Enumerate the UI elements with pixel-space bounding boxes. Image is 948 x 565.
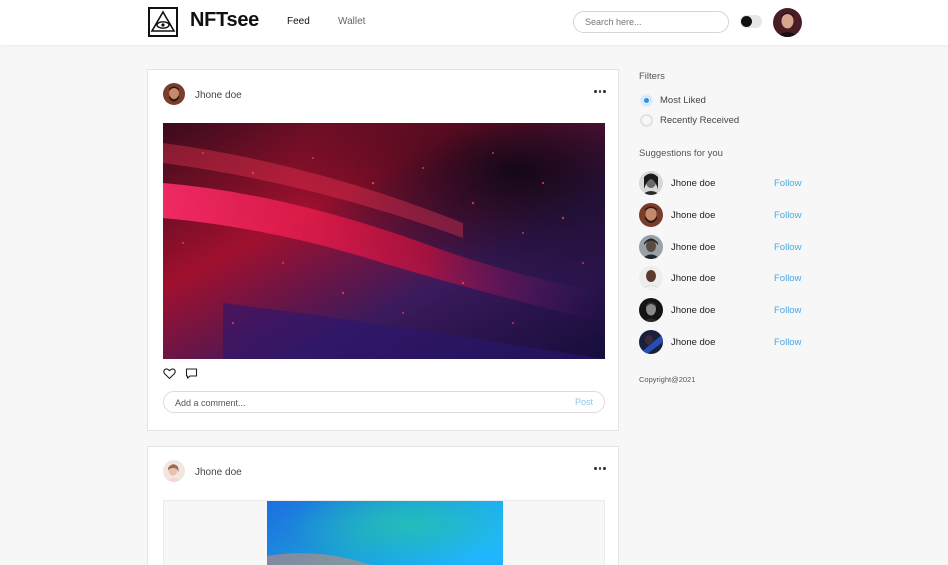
nav-wallet[interactable]: Wallet	[338, 16, 365, 27]
comment-icon[interactable]	[185, 367, 198, 380]
post-author-avatar[interactable]	[163, 83, 185, 105]
suggestion-item: Jhone doe Follow	[639, 330, 809, 354]
post-card: Jhone doe	[147, 446, 619, 565]
search-input[interactable]	[573, 11, 729, 33]
post-image-art	[267, 501, 503, 565]
brand-name[interactable]: NFTsee	[190, 9, 259, 32]
post-card: Jhone doe	[147, 69, 619, 431]
avatar[interactable]	[639, 171, 663, 195]
follow-button[interactable]: Follow	[774, 337, 801, 348]
suggestion-item: Jhone doe Follow	[639, 298, 809, 322]
comment-input[interactable]	[175, 396, 555, 409]
avatar[interactable]	[639, 203, 663, 227]
filters-title: Filters	[639, 71, 665, 82]
more-options-icon[interactable]	[594, 87, 607, 95]
suggestion-name[interactable]: Jhone doe	[671, 337, 715, 348]
filter-label[interactable]: Most Liked	[660, 95, 706, 106]
post-author-name[interactable]: Jhone doe	[195, 90, 242, 101]
comment-field: Post	[163, 391, 605, 413]
avatar[interactable]	[639, 330, 663, 354]
post-comment-button[interactable]: Post	[575, 397, 593, 407]
logo-icon[interactable]	[148, 7, 178, 37]
suggestion-name[interactable]: Jhone doe	[671, 305, 715, 316]
follow-button[interactable]: Follow	[774, 242, 801, 253]
suggestion-name[interactable]: Jhone doe	[671, 273, 715, 284]
post-image[interactable]	[163, 500, 605, 565]
suggestion-name[interactable]: Jhone doe	[671, 210, 715, 221]
post-author-avatar[interactable]	[163, 460, 185, 482]
suggestion-item: Jhone doe Follow	[639, 171, 809, 195]
copyright-text: Copyright@2021	[639, 375, 696, 384]
suggestion-item: Jhone doe Follow	[639, 203, 809, 227]
avatar[interactable]	[639, 298, 663, 322]
avatar[interactable]	[639, 266, 663, 290]
radio-most-liked[interactable]	[640, 94, 653, 107]
toggle-knob	[741, 16, 752, 27]
follow-button[interactable]: Follow	[774, 305, 801, 316]
follow-button[interactable]: Follow	[774, 273, 801, 284]
theme-toggle[interactable]	[740, 15, 762, 28]
post-image[interactable]	[163, 123, 605, 359]
more-options-icon[interactable]	[594, 464, 607, 472]
avatar[interactable]	[773, 8, 802, 37]
suggestion-item: Jhone doe Follow	[639, 235, 809, 259]
radio-recently-received[interactable]	[640, 114, 653, 127]
post-author-name[interactable]: Jhone doe	[195, 467, 242, 478]
suggestion-name[interactable]: Jhone doe	[671, 242, 715, 253]
follow-button[interactable]: Follow	[774, 178, 801, 189]
heart-icon[interactable]	[163, 367, 176, 380]
follow-button[interactable]: Follow	[774, 210, 801, 221]
suggestion-name[interactable]: Jhone doe	[671, 178, 715, 189]
suggestions-title: Suggestions for you	[639, 148, 723, 159]
avatar[interactable]	[639, 235, 663, 259]
suggestion-item: Jhone doe Follow	[639, 266, 809, 290]
filter-label[interactable]: Recently Received	[660, 115, 739, 126]
nav-feed[interactable]: Feed	[287, 16, 310, 27]
top-header: NFTsee Feed Wallet	[0, 0, 948, 45]
